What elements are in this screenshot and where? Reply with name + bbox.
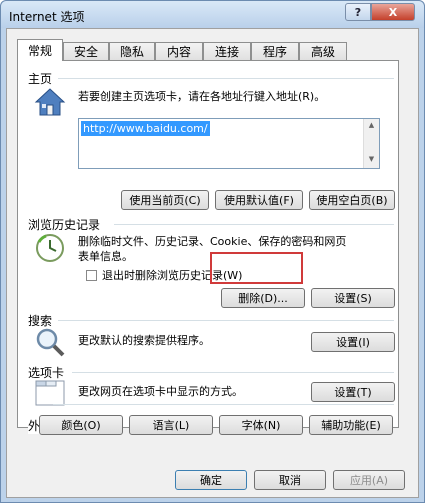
history-settings-button[interactable]: 设置(S) (311, 288, 395, 308)
use-current-button[interactable]: 使用当前页(C) (121, 190, 209, 210)
scroll-up-icon[interactable]: ▲ (364, 121, 379, 129)
home-url-textarea[interactable]: http://www.baidu.com/ ▲ ▼ (78, 118, 380, 169)
use-blank-button[interactable]: 使用空白页(B) (309, 190, 395, 210)
ok-button[interactable]: 确定 (175, 470, 247, 490)
history-section-heading: 浏览历史记录 (28, 218, 101, 232)
tab-security[interactable]: 安全 (63, 42, 109, 60)
appearance-divider (53, 404, 394, 405)
title-bar[interactable]: Internet 选项 ? X (1, 1, 424, 28)
delete-history-button[interactable]: 删除(D)... (221, 288, 305, 308)
colors-button[interactable]: 颜色(O) (39, 415, 123, 435)
search-description: 更改默认的搜索提供程序。 (78, 334, 210, 347)
accessibility-button[interactable]: 辅助功能(E) (309, 415, 393, 435)
tabbed-window-icon (35, 380, 65, 406)
history-description-line1: 删除临时文件、历史记录、Cookie、保存的密码和网页 (78, 235, 347, 248)
window-title: Internet 选项 (9, 10, 85, 24)
tab-content[interactable]: 内容 (155, 42, 203, 60)
cancel-button[interactable]: 取消 (254, 470, 326, 490)
tabs-settings-button[interactable]: 设置(T) (311, 382, 395, 402)
house-icon (34, 88, 66, 116)
home-section-heading: 主页 (28, 72, 53, 86)
tab-connections[interactable]: 连接 (203, 42, 251, 60)
home-divider (58, 78, 394, 79)
apply-button[interactable]: 应用(A) (333, 470, 405, 490)
languages-button[interactable]: 语言(L) (129, 415, 213, 435)
help-button[interactable]: ? (345, 3, 371, 21)
close-button[interactable]: X (371, 3, 415, 21)
tab-general[interactable]: 常规 (17, 39, 63, 61)
tab-advanced[interactable]: 高级 (299, 42, 347, 60)
scroll-down-icon[interactable]: ▼ (364, 155, 379, 163)
tabs-divider (72, 372, 394, 373)
history-divider (114, 224, 394, 225)
delete-on-exit-checkbox[interactable] (86, 270, 97, 281)
tab-privacy[interactable]: 隐私 (109, 42, 155, 60)
home-url-value: http://www.baidu.com/ (81, 121, 210, 136)
highlight-box (210, 252, 303, 284)
fonts-button[interactable]: 字体(N) (219, 415, 303, 435)
general-tab-panel: 主页 若要创建主页选项卡，请在各地址行键入地址(R)。 http://www.b… (17, 60, 399, 434)
home-description: 若要创建主页选项卡，请在各地址行键入地址(R)。 (78, 90, 326, 103)
history-clock-icon (36, 234, 64, 262)
use-default-button[interactable]: 使用默认值(F) (215, 190, 303, 210)
history-description-line2: 表单信息。 (78, 250, 133, 263)
tabs-description: 更改网页在选项卡中显示的方式。 (78, 385, 243, 398)
search-settings-button[interactable]: 设置(I) (311, 332, 395, 352)
url-scrollbar[interactable]: ▲ ▼ (363, 119, 379, 168)
magnifier-icon (36, 328, 65, 357)
tab-programs[interactable]: 程序 (251, 42, 299, 60)
search-divider (58, 320, 394, 321)
internet-options-window: Internet 选项 ? X 常规 安全 隐私 内容 连接 程序 高级 主页 … (0, 0, 425, 503)
